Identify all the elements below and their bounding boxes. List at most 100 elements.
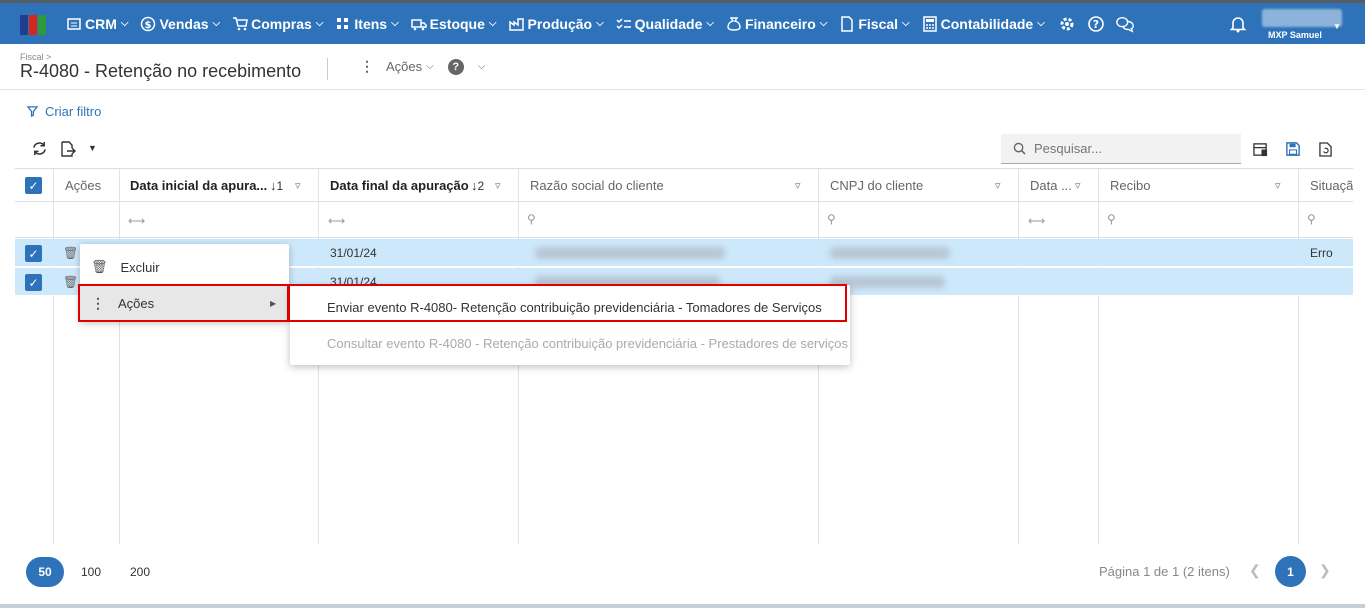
date-range-filter-icon[interactable]: ⟷ [128,214,145,228]
nav-label: Itens [354,15,388,32]
select-all-checkbox[interactable]: ✓ [25,177,42,194]
search-filter-icon[interactable]: ⚲ [1107,212,1116,226]
blurred-cnpj [830,247,950,259]
column-header-situacao[interactable]: Situaçã [1310,169,1353,202]
nav-item-qualidade[interactable]: Qualidade ⌵ [616,16,714,32]
search-icon [1013,142,1026,155]
column-filter-icon[interactable]: ▿ [495,179,501,192]
sort-indicator[interactable]: ↓2 [471,178,484,193]
nav-item-vendas[interactable]: $ Vendas ⌵ [140,16,220,32]
nav-item-financeiro[interactable]: Financeiro ⌵ [726,16,827,32]
refresh-icon[interactable] [32,141,47,159]
column-header-cnpj[interactable]: CNPJ do cliente [830,169,923,202]
help-circle-icon[interactable]: ? [1086,14,1106,34]
truck-icon [410,18,427,30]
chevron-down-icon[interactable]: ⌵ [426,61,434,72]
highlight-box [78,284,289,322]
menu-item-excluir[interactable]: 🗑 Excluir [80,250,289,284]
nav-label: Qualidade [634,15,703,32]
page-size-option[interactable]: 200 [121,557,159,587]
dollar-circle-icon: $ [141,16,156,31]
create-filter-label: Criar filtro [45,104,102,119]
nav-item-contabilidade[interactable]: Contabilidade ⌵ [922,16,1045,32]
search-filter-icon[interactable]: ⚲ [1307,212,1316,226]
checklist-icon [616,17,631,29]
app-logo[interactable] [20,15,46,35]
column-header-razao-social[interactable]: Razão social do cliente [530,169,664,202]
search-filter-icon[interactable]: ⚲ [827,212,836,226]
date-range-filter-icon[interactable]: ⟷ [328,214,345,228]
actions-dropdown[interactable]: Ações [386,59,422,74]
blurred-razao-social [535,247,725,259]
nav-label: CRM [85,15,117,32]
chat-bubbles-icon[interactable] [1115,14,1135,34]
create-filter-link[interactable]: Criar filtro [27,104,101,119]
nav-item-fiscal[interactable]: Fiscal ⌵ [839,15,910,32]
calculator-icon [922,15,937,32]
help-icon[interactable]: ? [447,58,464,75]
svg-text:?: ? [1093,18,1099,31]
chevron-down-icon[interactable]: ⌵ [478,61,486,72]
settings-gear-icon[interactable] [1057,14,1077,34]
factory-icon [508,17,524,31]
column-header-recibo[interactable]: Recibo [1110,169,1150,202]
export-icon[interactable] [60,141,76,160]
column-filter-icon[interactable]: ▿ [795,179,801,192]
trash-icon[interactable]: 🗑 [63,275,78,289]
search-input[interactable] [1034,141,1224,156]
nav-item-compras[interactable]: Compras ⌵ [232,16,323,32]
chevron-left-icon[interactable]: ❮ [1249,562,1261,579]
nav-label: Fiscal [858,15,899,32]
nav-label: Compras [251,15,312,32]
column-header-data[interactable]: Data ... [1030,169,1072,202]
search-filter-icon[interactable]: ⚲ [527,212,536,226]
notification-bell-icon[interactable] [1229,15,1247,36]
row-checkbox[interactable]: ✓ [25,274,42,291]
page-size-option[interactable]: 100 [72,557,110,587]
column-header-data-final[interactable]: Data final da apuração [330,169,469,202]
chevron-right-icon[interactable]: ❯ [1319,562,1331,579]
nav-item-crm[interactable]: CRM ⌵ [66,16,128,32]
page-number-button[interactable]: 1 [1275,556,1306,587]
trash-icon[interactable]: 🗑 [63,246,78,260]
column-chooser-icon[interactable] [1253,142,1268,160]
column-filter-icon[interactable]: ▿ [1075,179,1081,192]
crm-icon [67,17,81,30]
column-header-data-inicial[interactable]: Data inicial da apura... [130,169,270,202]
page-header: Fiscal > R-4080 - Retenção no recebiment… [0,44,1365,90]
column-filter-icon[interactable]: ▿ [1275,179,1281,192]
pagination-info: Página 1 de 1 (2 itens) [1099,564,1230,579]
cell-data-final: 31/01/24 [330,246,377,260]
column-filter-icon[interactable]: ▿ [995,179,1001,192]
chevron-down-icon: ⌵ [596,18,604,29]
chevron-down-icon: ⌵ [212,18,221,29]
nav-item-producao[interactable]: Produção ⌵ [508,15,604,32]
row-checkbox[interactable]: ✓ [25,245,42,262]
menu-item-label: Excluir [120,259,160,275]
column-filter-icon[interactable]: ▿ [295,179,301,192]
trash-icon: 🗑 [91,259,108,274]
date-range-filter-icon[interactable]: ⟷ [1028,214,1045,228]
nav-label: Produção [527,15,593,32]
nav-item-estoque[interactable]: Estoque ⌵ [410,16,497,32]
chevron-down-icon: ⌵ [706,18,714,29]
main-menu: CRM ⌵ $ Vendas ⌵ Compras ⌵ Itens ⌵ Estoque ⌵ … [66,3,1144,44]
search-box[interactable] [1001,134,1241,164]
column-header-acoes: Ações [65,178,102,193]
user-name[interactable]: MXP Samuel [1268,30,1322,40]
user-avatar-blurred[interactable] [1262,9,1342,27]
chevron-down-icon[interactable]: ▼ [1333,22,1341,31]
nav-item-itens[interactable]: Itens ⌵ [335,15,399,32]
dots-vertical-icon[interactable]: ⋮ [360,58,374,75]
header-actions: ⋮ Ações ⌵ ? ⌵ [360,58,485,75]
grid-filter-row: ⟷ ⟷ ⚲ ⚲ ⟷ ⚲ ⚲ [15,202,1353,238]
sort-indicator[interactable]: ↓1 [270,178,283,193]
reset-layout-icon[interactable] [1319,142,1332,160]
filter-icon [27,106,38,117]
header-divider [327,58,328,80]
bottom-border [0,604,1365,608]
nav-label: Contabilidade [940,15,1034,32]
save-layout-icon[interactable] [1286,142,1300,159]
page-size-option[interactable]: 50 [26,557,64,587]
export-dropdown-caret-icon[interactable]: ▼ [88,143,97,153]
